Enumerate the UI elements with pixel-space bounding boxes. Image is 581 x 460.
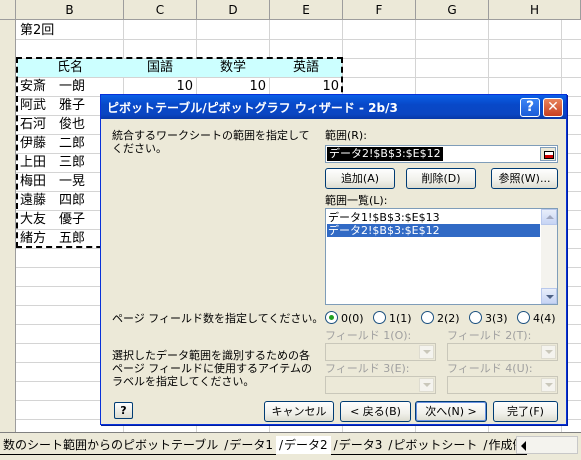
tab-pivot-range[interactable]: 数のシート範囲からのピボットテーブル — [0, 436, 222, 455]
finish-button[interactable]: 完了(F) — [493, 401, 558, 422]
radio-2[interactable] — [421, 311, 434, 324]
radio-1-label: 1(1) — [389, 312, 412, 325]
radio-4[interactable] — [517, 311, 530, 324]
range-input-value: データ2!$B$3:$E$12 — [327, 147, 443, 161]
chevron-down-icon — [541, 345, 556, 359]
chevron-down-icon — [541, 378, 556, 392]
question-icon[interactable]: ? — [520, 98, 540, 117]
row-header-column — [0, 20, 16, 432]
list-scrollbar[interactable] — [541, 209, 557, 304]
field3-label: フィールド 3(E): — [325, 362, 410, 375]
field1-label: フィールド 1(O): — [325, 329, 412, 342]
range-input[interactable]: データ2!$B$3:$E$12 — [325, 145, 558, 163]
column-header-h[interactable]: H — [489, 0, 581, 20]
radio-3-label: 3(3) — [485, 312, 508, 325]
browse-button[interactable]: 参照(W)... — [491, 168, 558, 189]
horizontal-scrollbar[interactable] — [516, 436, 578, 454]
field3-combo[interactable] — [325, 376, 436, 394]
item-label-text: 選択したデータ範囲を識別するための各ページ フィールドに使用するアイテムのラベル… — [112, 349, 312, 388]
close-icon[interactable]: ✕ — [543, 98, 563, 117]
radio-0[interactable] — [325, 311, 338, 324]
radio-1[interactable] — [373, 311, 386, 324]
scroll-down-icon[interactable] — [541, 288, 557, 304]
sheet-title-cell[interactable]: 第2回 — [20, 21, 54, 40]
pivot-wizard-dialog: ピボットテーブル/ピボットグラフ ウィザード - 2b/3 ? ✕ 統合するワー… — [100, 94, 567, 425]
range-list-label: 範囲一覧(L): — [325, 194, 388, 207]
page-field-label: ページ フィールド数を指定してください。 — [112, 312, 324, 325]
dialog-titlebar[interactable]: ピボットテーブル/ピボットグラフ ウィザード - 2b/3 ? ✕ — [101, 95, 566, 119]
radio-4-label: 4(4) — [533, 312, 556, 325]
collapse-dialog-icon[interactable] — [540, 147, 556, 161]
tab-data2[interactable]: データ2 — [275, 436, 331, 454]
column-header-g[interactable]: G — [416, 0, 489, 20]
chevron-down-icon — [419, 378, 434, 392]
back-button[interactable]: < 戻る(B) — [340, 401, 411, 422]
range-label: 範囲(R): — [325, 129, 367, 142]
sheet-tab-bar: 数のシート範囲からのピボットテーブルデータ1データ2データ3ピボットシート作成例 — [0, 432, 581, 460]
scroll-left-icon[interactable] — [521, 441, 526, 451]
column-header-d[interactable]: D — [197, 0, 270, 20]
column-header-f[interactable]: F — [343, 0, 416, 20]
select-all-corner[interactable] — [0, 0, 16, 20]
delete-button[interactable]: 削除(D) — [406, 168, 476, 189]
field2-combo[interactable] — [447, 343, 558, 361]
column-header-b[interactable]: B — [16, 0, 124, 20]
scroll-up-icon[interactable] — [541, 209, 557, 225]
field4-combo[interactable] — [447, 376, 558, 394]
sheet-tabs: 数のシート範囲からのピボットテーブルデータ1データ2データ3ピボットシート作成例 — [0, 436, 528, 456]
tab-pivot-sheet[interactable]: ピボットシート — [385, 436, 481, 455]
chevron-down-icon — [419, 345, 434, 359]
dialog-title: ピボットテーブル/ピボットグラフ ウィザード - 2b/3 — [107, 101, 398, 115]
instruction-text: 統合するワークシートの範囲を指定してください。 — [112, 129, 310, 155]
column-header-c[interactable]: C — [124, 0, 197, 20]
range-list-item[interactable]: データ1!$B$3:$E$13 — [327, 211, 540, 224]
field4-label: フィールド 4(U): — [447, 362, 533, 375]
radio-3[interactable] — [469, 311, 482, 324]
cancel-button[interactable]: キャンセル — [264, 401, 334, 422]
radio-0-label: 0(0) — [341, 312, 364, 325]
radio-2-label: 2(2) — [437, 312, 460, 325]
next-button[interactable]: 次へ(N) > — [415, 401, 487, 422]
tab-data3[interactable]: データ3 — [330, 436, 386, 455]
field1-combo[interactable] — [325, 343, 436, 361]
range-list[interactable]: データ1!$B$3:$E$13 データ2!$B$3:$E$12 — [325, 208, 558, 305]
help-button[interactable]: ? — [114, 402, 133, 419]
add-button[interactable]: 追加(A) — [325, 168, 395, 189]
field2-label: フィールド 2(T): — [447, 329, 532, 342]
range-list-item-selected[interactable]: データ2!$B$3:$E$12 — [327, 224, 540, 237]
column-header-e[interactable]: E — [270, 0, 343, 20]
tab-data1[interactable]: データ1 — [221, 436, 276, 455]
